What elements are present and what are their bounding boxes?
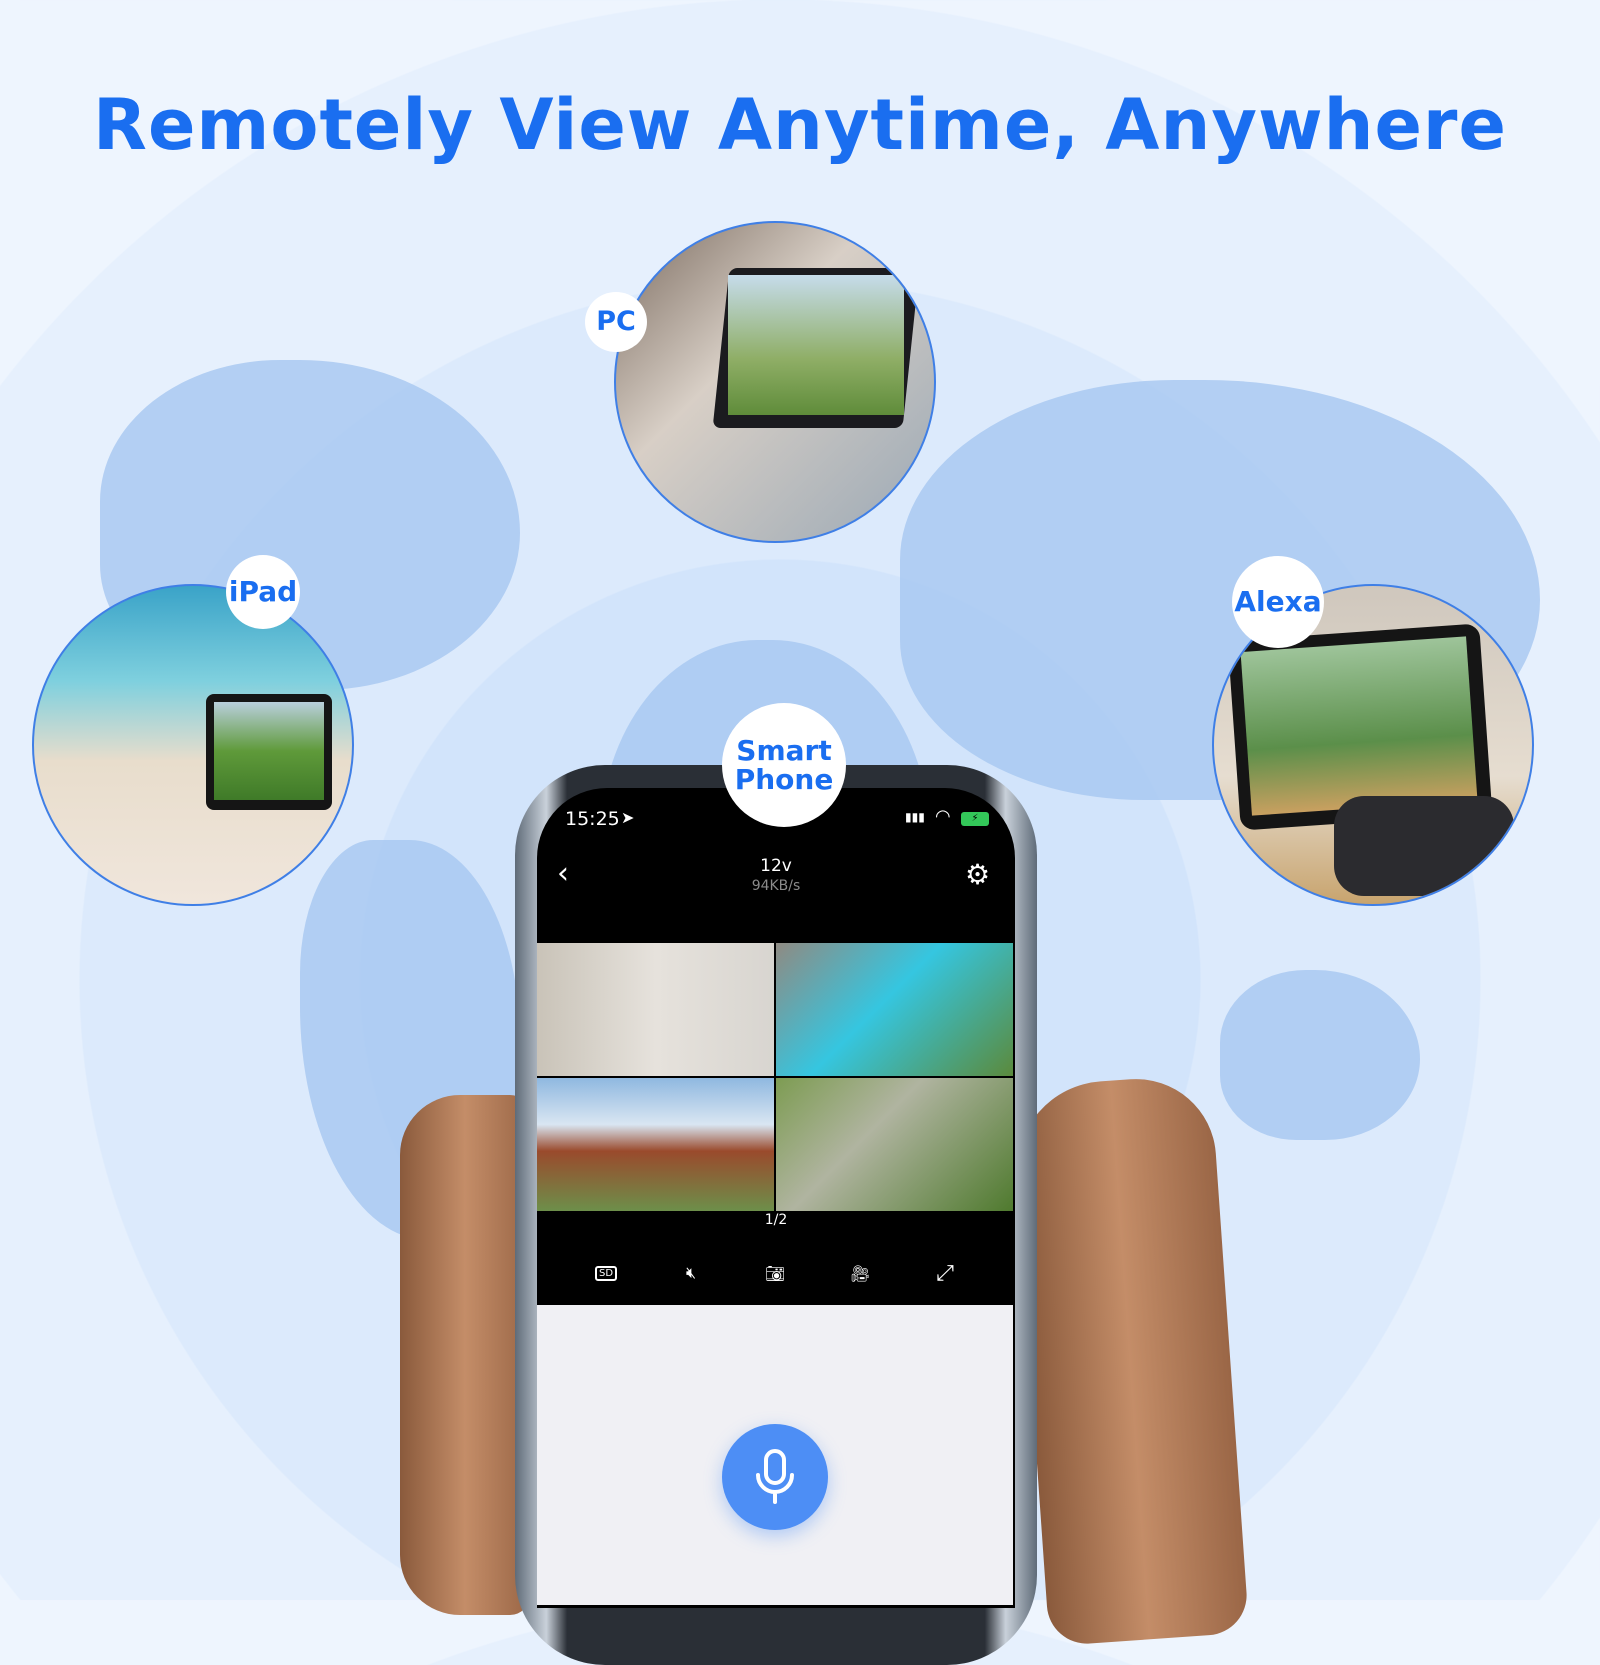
gear-icon[interactable]: ⚙ [965,858,990,891]
hand-thumb [1010,1073,1250,1647]
headline: Remotely View Anytime, Anywhere [93,84,1507,166]
camera-feed-3[interactable] [537,1078,774,1211]
mic-button[interactable] [722,1424,828,1530]
page-indicator: 1/2 [764,1212,788,1228]
camera-title: 12v [760,856,792,876]
bitrate: 94KB/s [751,878,801,894]
record-video-icon[interactable]: 🎥︎ [845,1258,875,1288]
map-australia [1220,970,1420,1140]
mute-icon[interactable]: 🔇︎ [676,1258,706,1288]
alexa-label-text: Alexa [1234,585,1322,619]
fullscreen-icon[interactable]: ⤢ [930,1258,960,1288]
battery-charging-icon: ⚡ [961,812,989,826]
camera-feed-2[interactable] [776,943,1013,1076]
ipad-label: iPad [226,555,300,629]
alexa-label: Alexa [1232,556,1324,648]
camera-feed-4[interactable] [776,1078,1013,1211]
status-time: 15:25 [565,808,620,830]
camera-feed-1[interactable] [537,943,774,1076]
snapshot-camera-icon[interactable]: 📷︎ [760,1258,790,1288]
location-arrow-icon: ➤ [621,808,635,827]
ipad-label-text: iPad [228,575,298,609]
hand-fingers [400,1095,530,1615]
smart-phone-label-line2: Phone [734,763,834,796]
microphone-icon [756,1449,794,1504]
wifi-icon: ◠ [935,806,951,827]
smart-phone-label: Smart Phone [722,703,846,827]
smart-phone-label-line1: Smart [736,733,832,767]
pc-label: PC [585,292,647,352]
ipad-photo [32,584,354,906]
sd-quality-icon[interactable]: SD [591,1258,621,1288]
pc-photo [614,221,936,543]
signal-icon: ▮▮▮ [905,810,925,824]
pc-label-text: PC [596,305,636,337]
